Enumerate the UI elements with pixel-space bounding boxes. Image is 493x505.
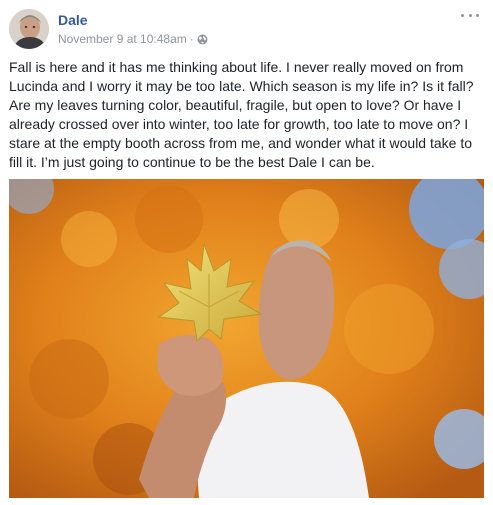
post-meta: November 9 at 10:48am · — [58, 32, 208, 46]
author-avatar[interactable] — [9, 9, 49, 49]
post-timestamp[interactable]: November 9 at 10:48am — [58, 32, 187, 46]
photo-image — [9, 179, 484, 498]
more-options-icon[interactable] — [461, 8, 479, 22]
post-photo[interactable] — [9, 179, 484, 498]
more-dot — [468, 13, 472, 17]
avatar-photo — [9, 9, 49, 49]
globe-icon[interactable] — [197, 34, 208, 45]
post-text: Fall is here and it has me thinking abou… — [9, 59, 474, 170]
meta-separator: · — [189, 32, 194, 46]
more-dot — [461, 13, 464, 17]
more-dot — [476, 13, 479, 17]
facebook-post: Dale November 9 at 10:48am · Fall is her… — [0, 0, 493, 505]
author-name[interactable]: Dale — [58, 12, 88, 28]
